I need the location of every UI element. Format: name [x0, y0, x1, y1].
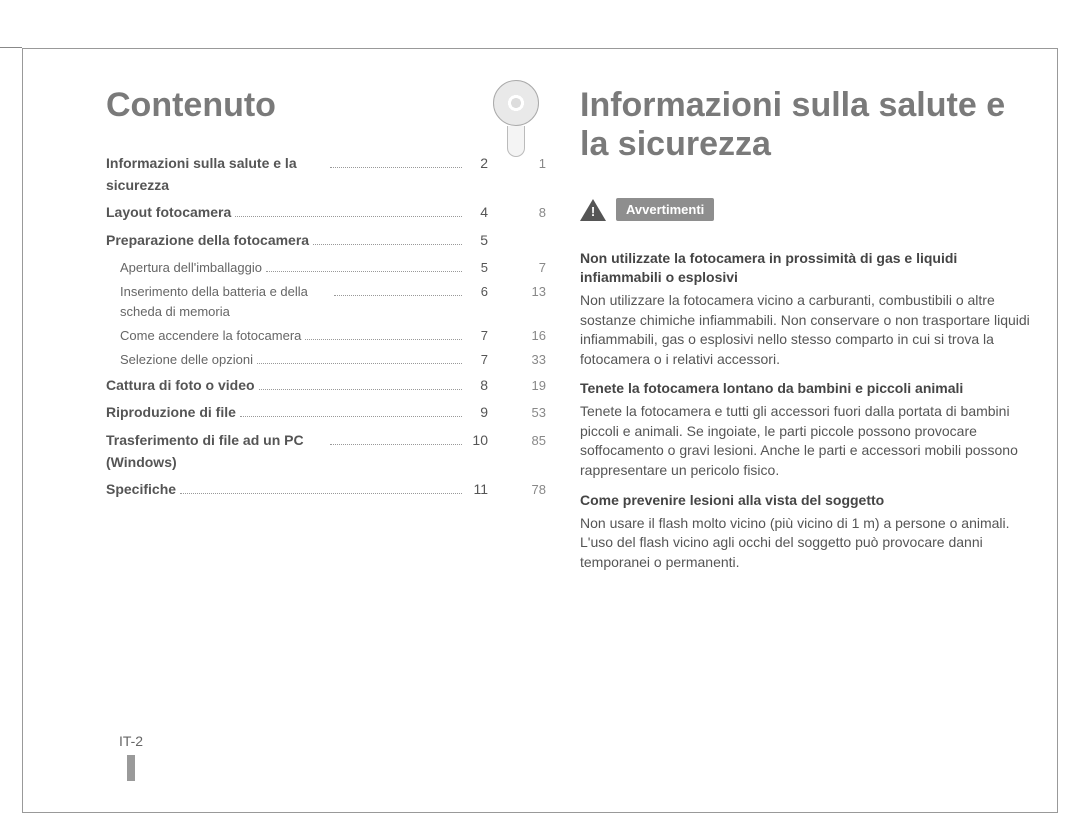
toc-row: Riproduzione di file 953 [106, 402, 546, 424]
toc-dots [257, 363, 462, 364]
section-heading: Non utilizzate la fotocamera in prossimi… [580, 249, 1035, 287]
toc-label: Preparazione della fotocamera [106, 230, 309, 252]
toc-page: 6 [466, 282, 488, 302]
toc-column: Contenuto Informazioni sulla salute e la… [106, 86, 546, 507]
toc-page: 10 [466, 430, 488, 452]
toc-label: Specifiche [106, 479, 176, 501]
toc-dots [330, 444, 462, 445]
toc-row: Inserimento della batteria e della sched… [120, 282, 546, 322]
toc-row: Selezione delle opzioni 733 [120, 350, 546, 370]
crop-mark [0, 47, 22, 48]
toc-aside: 13 [488, 282, 546, 302]
toc-label: Trasferimento di file ad un PC (Windows) [106, 430, 326, 473]
toc-row: Come accendere la fotocamera 716 [120, 326, 546, 346]
toc-label: Informazioni sulla salute e la sicurezza [106, 153, 326, 196]
toc-dots [180, 493, 462, 494]
toc-dots [305, 339, 462, 340]
section-heading: Come prevenire lesioni alla vista del so… [580, 491, 1035, 510]
toc-label: Layout fotocamera [106, 202, 231, 224]
section-body: Non usare il flash molto vicino (più vic… [580, 514, 1035, 573]
toc-label: Cattura di foto o video [106, 375, 255, 397]
toc-row: Specifiche 1178 [106, 479, 546, 501]
toc-page: 7 [466, 350, 488, 370]
toc-page: 11 [466, 479, 488, 501]
toc-aside: 85 [488, 431, 546, 451]
toc-page: 2 [466, 153, 488, 175]
toc-aside: 53 [488, 403, 546, 423]
toc-label: Come accendere la fotocamera [120, 326, 301, 346]
manual-page: Contenuto Informazioni sulla salute e la… [0, 0, 1080, 835]
toc-aside: 1 [488, 154, 546, 174]
toc-row: Preparazione della fotocamera 5 [106, 230, 546, 252]
toc-list: Informazioni sulla salute e la sicurezza… [106, 153, 546, 501]
toc-label: Selezione delle opzioni [120, 350, 253, 370]
safety-title: Informazioni sulla salute e la sicurezza [580, 86, 1035, 164]
safety-column: Informazioni sulla salute e la sicurezza… [580, 86, 1035, 582]
toc-dots [235, 216, 462, 217]
page-number: IT-2 [119, 733, 143, 749]
toc-label: Riproduzione di file [106, 402, 236, 424]
warning-triangle-icon [580, 199, 606, 221]
toc-label: Apertura dell'imballaggio [120, 258, 262, 278]
toc-page: 7 [466, 326, 488, 346]
toc-row: Informazioni sulla salute e la sicurezza… [106, 153, 546, 196]
toc-row: Cattura di foto o video 819 [106, 375, 546, 397]
cd-icon [490, 80, 542, 156]
section-body: Non utilizzare la fotocamera vicino a ca… [580, 291, 1035, 369]
page-footer: IT-2 [106, 733, 156, 781]
toc-dots [313, 244, 462, 245]
warning-label: Avvertimenti [616, 198, 714, 221]
toc-row: Layout fotocamera 48 [106, 202, 546, 224]
toc-row: Trasferimento di file ad un PC (Windows)… [106, 430, 546, 473]
toc-page: 5 [466, 258, 488, 278]
toc-subgroup: Apertura dell'imballaggio57Inserimento d… [120, 258, 546, 371]
toc-page: 4 [466, 202, 488, 224]
toc-page: 8 [466, 375, 488, 397]
section-heading: Tenete la fotocamera lontano da bambini … [580, 379, 1035, 398]
toc-aside: 7 [488, 258, 546, 278]
toc-aside: 78 [488, 480, 546, 500]
toc-aside: 8 [488, 203, 546, 223]
toc-label: Inserimento della batteria e della sched… [120, 282, 330, 322]
footer-bar [127, 755, 135, 781]
toc-dots [334, 295, 462, 296]
toc-aside: 19 [488, 376, 546, 396]
toc-aside: 16 [488, 326, 546, 346]
toc-dots [330, 167, 462, 168]
toc-row: Apertura dell'imballaggio 57 [120, 258, 546, 278]
toc-page: 9 [466, 402, 488, 424]
toc-aside: 33 [488, 350, 546, 370]
toc-dots [266, 271, 462, 272]
toc-dots [259, 389, 462, 390]
toc-dots [240, 416, 462, 417]
toc-page: 5 [466, 230, 488, 252]
warning-badge: Avvertimenti [580, 198, 714, 221]
section-body: Tenete la fotocamera e tutti gli accesso… [580, 402, 1035, 480]
safety-sections: Non utilizzate la fotocamera in prossimi… [580, 249, 1035, 572]
toc-title: Contenuto [106, 86, 546, 125]
